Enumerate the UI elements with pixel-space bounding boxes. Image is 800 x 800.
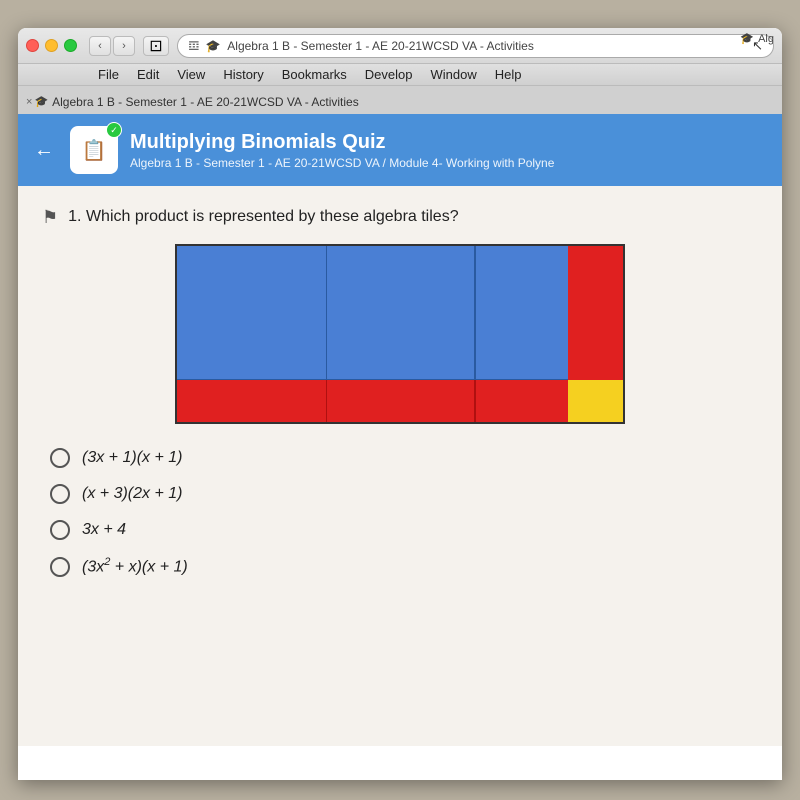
tab-view-button[interactable]: ⊡: [143, 36, 169, 56]
radio-d[interactable]: [50, 557, 70, 577]
chevron-left-icon: ‹: [98, 40, 102, 52]
quiz-checklist-icon: 📋: [82, 138, 107, 163]
traffic-lights: [26, 39, 77, 52]
answer-choice-a[interactable]: (3x + 1)(x + 1): [50, 448, 758, 468]
yellow-corner-tile: [568, 380, 623, 422]
answer-text-d: (3x2 + x)(x + 1): [82, 556, 188, 576]
tab-title-text: Algebra 1 B - Semester 1 - AE 20-21WCSD …: [52, 95, 774, 109]
menu-history[interactable]: History: [223, 67, 263, 82]
close-button[interactable]: [26, 39, 39, 52]
back-nav-button[interactable]: ‹: [89, 36, 111, 56]
red-vline-2: [474, 380, 476, 422]
web-content: ← 📋 ✓ Multiplying Binomials Quiz Algebra…: [18, 114, 782, 746]
menu-develop[interactable]: Develop: [365, 67, 413, 82]
menu-window[interactable]: Window: [431, 67, 477, 82]
nav-buttons: ‹ ›: [89, 36, 135, 56]
answer-text-c: 3x + 4: [82, 521, 126, 539]
title-bar: ‹ › ⊡ 𝌞 🎓 Algebra 1 B - Semester 1 - AE …: [18, 28, 782, 64]
answer-choice-d[interactable]: (3x2 + x)(x + 1): [50, 556, 758, 576]
question-text: 1. Which product is represented by these…: [68, 206, 458, 228]
quiz-back-button[interactable]: ←: [34, 139, 54, 162]
green-check-badge: ✓: [106, 122, 122, 138]
red-bottom-tile: [177, 380, 568, 422]
chevron-right-icon: ›: [122, 40, 126, 52]
forward-nav-button[interactable]: ›: [113, 36, 135, 56]
browser-window: ‹ › ⊡ 𝌞 🎓 Algebra 1 B - Semester 1 - AE …: [18, 28, 782, 780]
alg-favicon: 🎓: [740, 32, 754, 45]
reader-icon: 𝌞: [188, 38, 200, 54]
address-bar[interactable]: 𝌞 🎓 Algebra 1 B - Semester 1 - AE 20-21W…: [177, 34, 774, 58]
tab-favicon-left: 🎓: [206, 39, 221, 53]
question-number: 1.: [68, 208, 81, 225]
screen-background: ‹ › ⊡ 𝌞 🎓 Algebra 1 B - Semester 1 - AE …: [0, 0, 800, 800]
quiz-icon-container: 📋 ✓: [70, 126, 118, 174]
quiz-body: ⚑ 1. Which product is represented by the…: [18, 186, 782, 746]
minimize-button[interactable]: [45, 39, 58, 52]
tab-favicon: 🎓: [34, 95, 48, 108]
menu-bookmarks[interactable]: Bookmarks: [282, 67, 347, 82]
answer-choices: (3x + 1)(x + 1) (x + 3)(2x + 1) 3x + 4: [50, 448, 758, 576]
menu-bar: File Edit View History Bookmarks Develop…: [18, 64, 782, 86]
alg-text: Alg: [758, 33, 774, 45]
bookmark-icon[interactable]: ⚑: [42, 207, 58, 228]
answer-text-a: (3x + 1)(x + 1): [82, 449, 183, 467]
answer-choice-b[interactable]: (x + 3)(2x + 1): [50, 484, 758, 504]
answer-choice-c[interactable]: 3x + 4: [50, 520, 758, 540]
quiz-subtitle: Algebra 1 B - Semester 1 - AE 20-21WCSD …: [130, 156, 766, 170]
quiz-title-area: Multiplying Binomials Quiz Algebra 1 B -…: [130, 131, 766, 170]
answer-text-b: (x + 3)(2x + 1): [82, 485, 182, 503]
menu-edit[interactable]: Edit: [137, 67, 159, 82]
close-tab-button[interactable]: ×: [26, 96, 32, 108]
alg-tab-area: 🎓 Alg: [740, 32, 774, 45]
check-icon: ✓: [110, 125, 118, 136]
question-body: Which product is represented by these al…: [86, 208, 459, 225]
tab-strip: × 🎓 Algebra 1 B - Semester 1 - AE 20-21W…: [18, 86, 782, 114]
quiz-title: Multiplying Binomials Quiz: [130, 131, 766, 154]
tab-view-icon: ⊡: [149, 36, 162, 56]
question-row: ⚑ 1. Which product is represented by the…: [42, 206, 758, 228]
url-text: 🎓 Algebra 1 B - Semester 1 - AE 20-21WCS…: [206, 39, 752, 53]
radio-c[interactable]: [50, 520, 70, 540]
fullscreen-button[interactable]: [64, 39, 77, 52]
menu-help[interactable]: Help: [495, 67, 522, 82]
quiz-header: ← 📋 ✓ Multiplying Binomials Quiz Algebra…: [18, 114, 782, 186]
red-right-tile: [568, 246, 623, 380]
algebra-tiles-diagram: [175, 244, 625, 424]
red-vline-1: [326, 380, 328, 422]
menu-view[interactable]: View: [177, 67, 205, 82]
radio-a[interactable]: [50, 448, 70, 468]
menu-file[interactable]: File: [98, 67, 119, 82]
radio-b[interactable]: [50, 484, 70, 504]
